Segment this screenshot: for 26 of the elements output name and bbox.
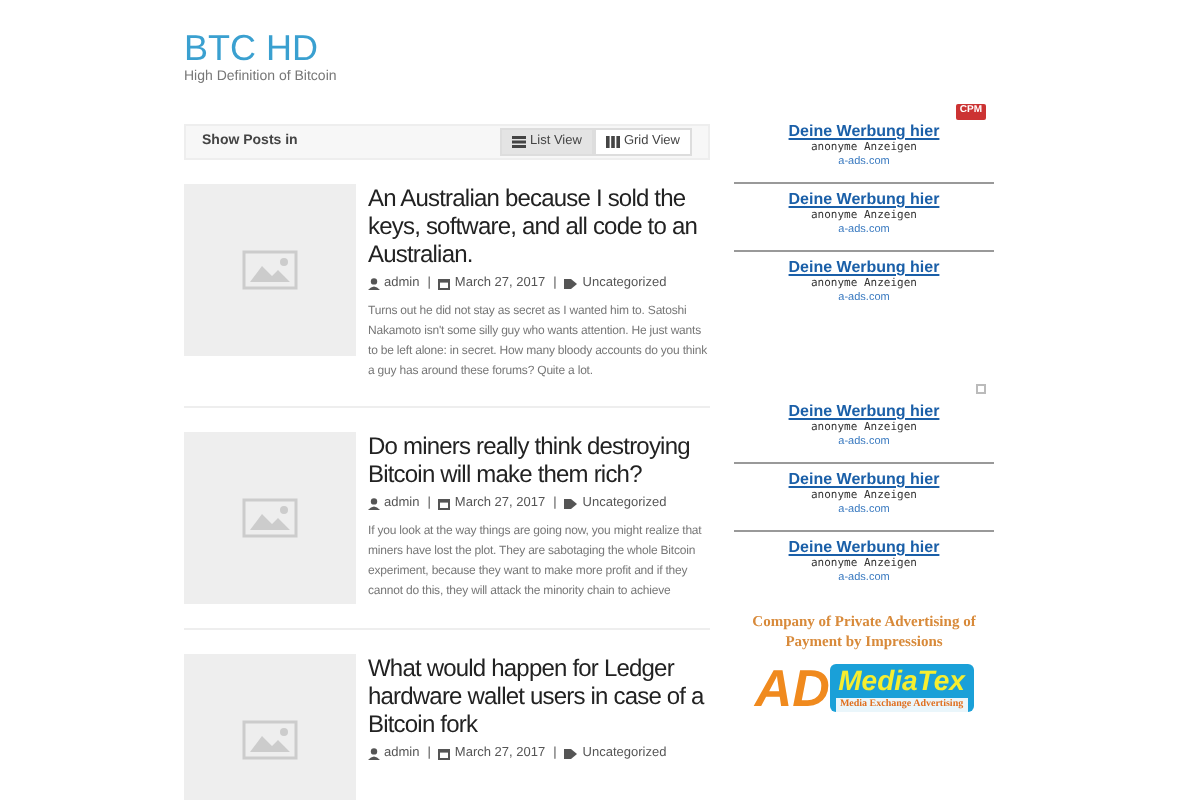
user-icon [368,277,380,290]
ad-info-icon[interactable] [976,384,986,394]
post-title[interactable]: Do miners really think destroying Bitcoin will make them rich? [368,431,710,488]
ad-headline[interactable]: Deine Werbung hier [788,190,940,210]
image-placeholder-icon [242,250,298,290]
image-placeholder-icon [242,719,298,760]
post-title[interactable]: An Australian because I sold the keys, software, and all code to an Australian. [368,184,710,268]
grid-icon [605,136,620,148]
post-title[interactable]: What would happen for Ledger hardware wallet users in case of a Bitcoin fork [368,653,710,738]
image-placeholder-icon [242,497,298,538]
ad-headline[interactable]: Deine Werbung hier [788,470,940,490]
user-icon [368,497,380,510]
ad-headline[interactable]: Deine Werbung hier [788,538,940,558]
calendar-icon [438,277,451,290]
ad-headline[interactable]: Deine Werbung hier [788,402,940,422]
tag-icon [564,277,579,290]
tag-icon [564,747,579,760]
user-icon [368,747,380,760]
logo-ad: AD [754,660,830,716]
ad-headline[interactable]: Deine Werbung hier [788,258,940,278]
list-icon [512,136,527,148]
logo-name: MediaTex [838,663,965,698]
calendar-icon [438,747,451,760]
calendar-icon [438,497,451,510]
ad-headline[interactable]: Deine Werbung hier [788,122,940,142]
tag-icon [564,497,579,510]
